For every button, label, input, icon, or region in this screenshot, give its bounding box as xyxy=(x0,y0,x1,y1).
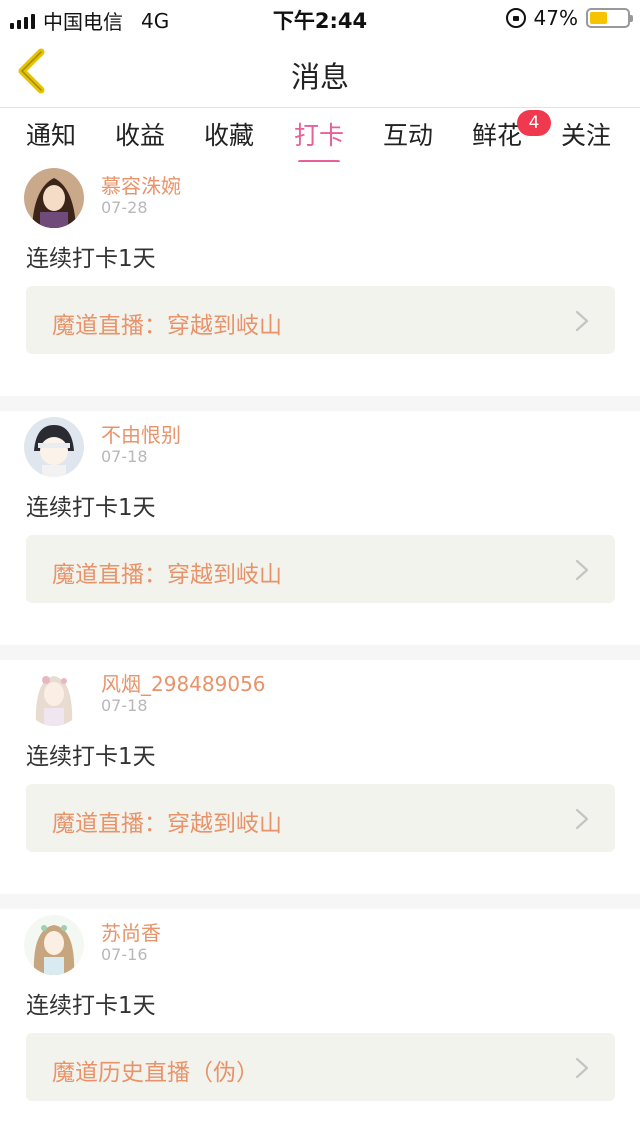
avatar[interactable] xyxy=(24,666,84,726)
tab-flowers[interactable]: 鲜花 4 xyxy=(472,110,551,152)
chevron-right-icon xyxy=(575,310,589,332)
chevron-right-icon xyxy=(575,559,589,581)
checkin-message: 连续打卡1天 xyxy=(26,993,156,1019)
date: 07-18 xyxy=(101,696,148,715)
username[interactable]: 慕容洙婉 xyxy=(101,170,181,199)
list-item: 苏尚香 07-16 连续打卡1天 魔道历史直播（伪） xyxy=(0,909,640,1139)
book-link[interactable]: 魔道历史直播（伪） xyxy=(26,1033,615,1101)
status-bar: 中国电信 4G 下午2:44 47% xyxy=(0,0,640,36)
avatar[interactable] xyxy=(24,168,84,228)
username[interactable]: 苏尚香 xyxy=(101,917,161,946)
checkin-message: 连续打卡1天 xyxy=(26,246,156,272)
tab-earnings[interactable]: 收益 xyxy=(115,116,165,152)
checkin-message: 连续打卡1天 xyxy=(26,495,156,521)
flowers-badge: 4 xyxy=(517,110,551,136)
tab-interaction[interactable]: 互动 xyxy=(383,116,433,152)
avatar[interactable] xyxy=(24,417,84,477)
username[interactable]: 风烟_298489056 xyxy=(101,668,266,697)
list-item: 慕容洙婉 07-28 连续打卡1天 魔道直播：穿越到岐山 xyxy=(0,162,640,396)
book-title: 魔道直播：穿越到岐山 xyxy=(52,313,282,339)
username[interactable]: 不由恨别 xyxy=(101,419,181,448)
list-item: 不由恨别 07-18 连续打卡1天 魔道直播：穿越到岐山 xyxy=(0,411,640,645)
list-item: 风烟_298489056 07-18 连续打卡1天 魔道直播：穿越到岐山 xyxy=(0,660,640,894)
chevron-right-icon xyxy=(575,1057,589,1079)
date: 07-16 xyxy=(101,945,148,964)
book-title: 魔道直播：穿越到岐山 xyxy=(52,811,282,837)
battery-percent: 47% xyxy=(533,6,578,30)
tab-checkin[interactable]: 打卡 xyxy=(294,116,344,164)
book-link[interactable]: 魔道直播：穿越到岐山 xyxy=(26,535,615,603)
tab-notifications[interactable]: 通知 xyxy=(26,116,76,152)
battery-icon xyxy=(586,8,633,28)
tab-follow[interactable]: 关注 xyxy=(561,116,611,152)
book-title: 魔道历史直播（伪） xyxy=(52,1060,259,1086)
chevron-right-icon xyxy=(575,808,589,830)
page-title: 消息 xyxy=(290,60,349,94)
book-link[interactable]: 魔道直播：穿越到岐山 xyxy=(26,784,615,852)
date: 07-28 xyxy=(101,198,148,217)
date: 07-18 xyxy=(101,447,148,466)
book-link[interactable]: 魔道直播：穿越到岐山 xyxy=(26,286,615,354)
nav-bar: 消息 xyxy=(0,36,640,108)
rotation-lock-icon xyxy=(505,8,526,28)
tab-favorites[interactable]: 收藏 xyxy=(204,116,254,152)
avatar[interactable] xyxy=(24,915,84,975)
checkin-message: 连续打卡1天 xyxy=(26,744,156,770)
book-title: 魔道直播：穿越到岐山 xyxy=(52,562,282,588)
tab-bar: 通知 收益 收藏 打卡 互动 鲜花 4 关注 xyxy=(0,108,640,164)
